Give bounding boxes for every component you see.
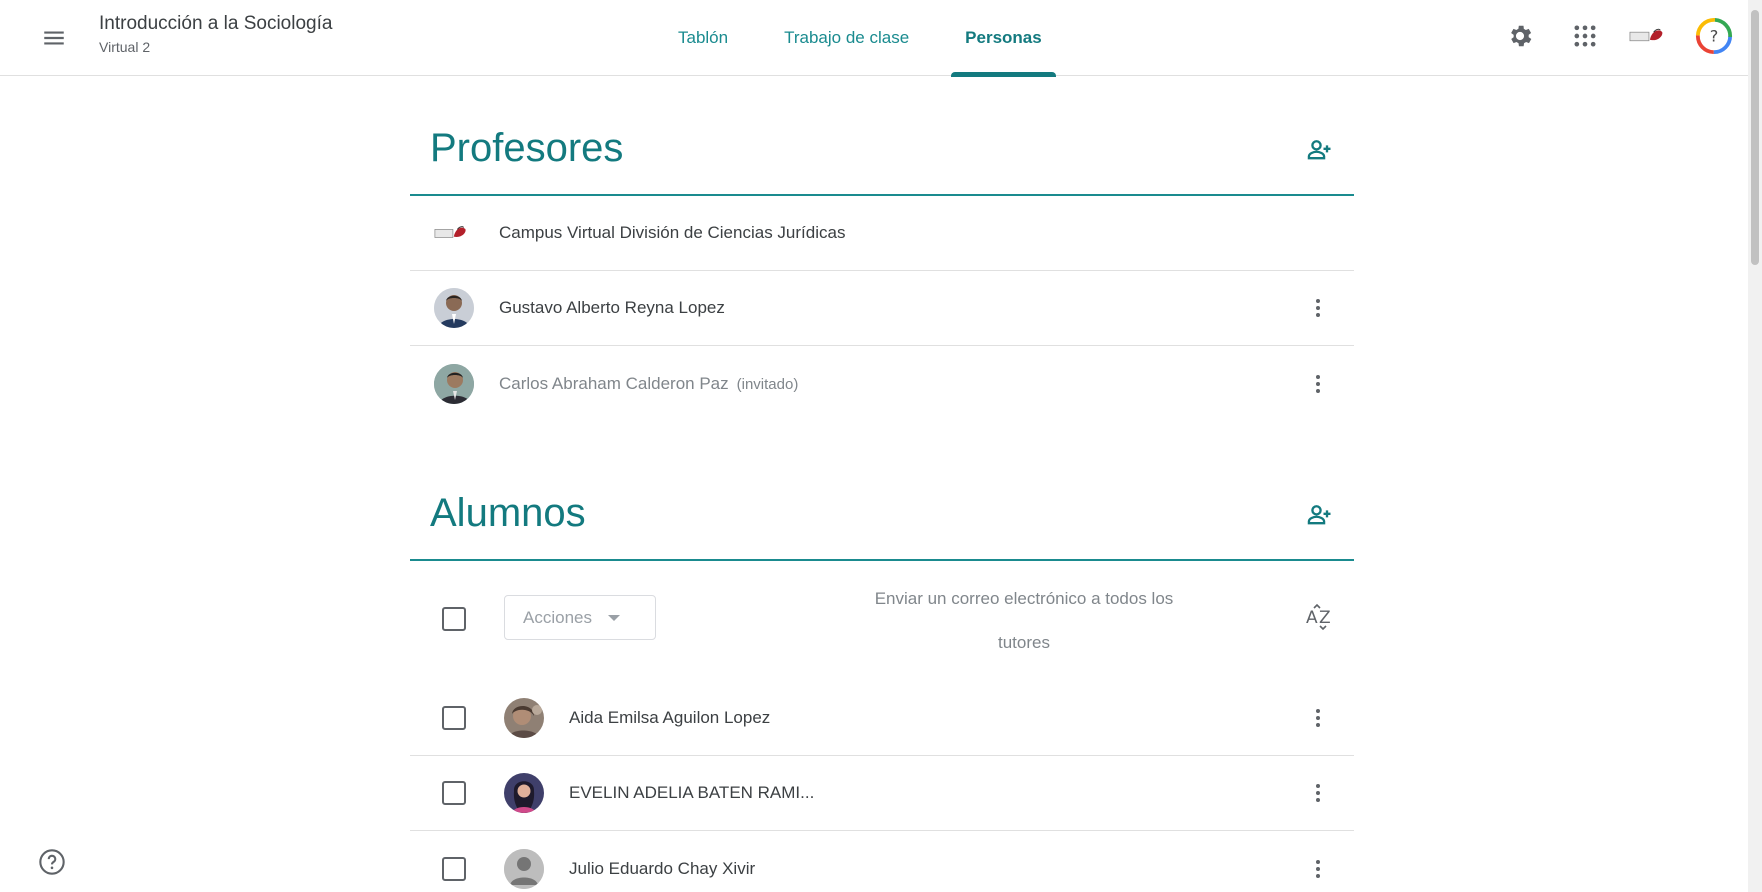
app-header: Introducción a la Sociología Virtual 2 T… bbox=[0, 0, 1748, 77]
teachers-title: Profesores bbox=[430, 126, 624, 170]
person-add-icon bbox=[1307, 140, 1331, 160]
more-vert-icon bbox=[1316, 859, 1320, 878]
select-all-checkbox[interactable] bbox=[442, 607, 466, 631]
students-toolbar: Acciones Enviar un correo electrónico a … bbox=[410, 561, 1354, 681]
teacher-row: Campus Virtual División de Ciencias Jurí… bbox=[410, 196, 1354, 271]
invite-student-button[interactable] bbox=[1300, 495, 1340, 535]
student-options-button[interactable] bbox=[1298, 698, 1338, 738]
email-guardians-link[interactable]: Enviar un correo electrónico a todos los… bbox=[850, 577, 1198, 665]
svg-text:?: ? bbox=[1710, 27, 1719, 46]
sort-button[interactable]: A Z bbox=[1300, 597, 1340, 637]
teacher-row: Carlos Abraham Calderon Paz (invitado) bbox=[410, 346, 1354, 421]
student-row: Julio Eduardo Chay Xivir bbox=[410, 831, 1354, 892]
sort-az-icon: A Z bbox=[1306, 603, 1331, 631]
profile-photo bbox=[504, 698, 544, 738]
class-settings-button[interactable] bbox=[1498, 14, 1542, 58]
page-scrollbar[interactable] bbox=[1748, 0, 1762, 892]
teacher-name: Campus Virtual División de Ciencias Jurí… bbox=[499, 223, 846, 242]
students-header: Alumnos bbox=[410, 475, 1354, 561]
gear-icon bbox=[1511, 25, 1532, 47]
institution-logo-button[interactable] bbox=[1626, 14, 1670, 58]
teacher-row: Gustavo Alberto Reyna Lopez bbox=[410, 271, 1354, 346]
teacher-name: Carlos Abraham Calderon Paz (invitado) bbox=[499, 374, 798, 394]
institution-logo bbox=[434, 213, 470, 253]
teacher-options-button[interactable] bbox=[1298, 288, 1338, 328]
avatar bbox=[504, 848, 544, 889]
more-vert-icon bbox=[1316, 374, 1320, 393]
tab-classwork[interactable]: Trabajo de clase bbox=[756, 0, 937, 76]
tab-stream[interactable]: Tablón bbox=[650, 0, 756, 76]
student-checkbox[interactable] bbox=[442, 781, 466, 805]
student-options-button[interactable] bbox=[1298, 849, 1338, 889]
class-section: Virtual 2 bbox=[99, 39, 151, 55]
class-name[interactable]: Introducción a la Sociología bbox=[99, 13, 332, 35]
scrollbar-thumb[interactable] bbox=[1751, 10, 1759, 265]
institution-logo-icon bbox=[1629, 28, 1663, 42]
student-row: EVELIN ADELIA BATEN RAMI... bbox=[410, 756, 1354, 831]
teacher-options-button[interactable] bbox=[1298, 364, 1338, 404]
student-name: Aida Emilsa Aguilon Lopez bbox=[569, 708, 771, 727]
avatar bbox=[434, 363, 474, 404]
tab-people[interactable]: Personas bbox=[937, 0, 1070, 77]
student-checkbox[interactable] bbox=[442, 856, 466, 881]
svg-text:A: A bbox=[1306, 608, 1318, 628]
avatar bbox=[434, 288, 474, 328]
profile-photo bbox=[434, 363, 474, 404]
students-section: Alumnos Acciones Enviar un correo electr… bbox=[410, 475, 1354, 892]
actions-label: Acciones bbox=[523, 607, 592, 627]
student-options-button[interactable] bbox=[1298, 773, 1338, 813]
profile-photo bbox=[434, 288, 474, 328]
dropdown-arrow-icon bbox=[607, 614, 620, 621]
students-title: Alumnos bbox=[430, 491, 586, 535]
account-avatar-icon: ? bbox=[1695, 17, 1733, 55]
people-page: Profesores Campus Virtual División de Ci… bbox=[410, 110, 1354, 892]
more-vert-icon bbox=[1316, 784, 1320, 802]
help-button[interactable] bbox=[36, 846, 68, 878]
help-icon bbox=[39, 849, 65, 875]
default-avatar-icon bbox=[504, 848, 544, 889]
student-row: Aida Emilsa Aguilon Lopez bbox=[410, 681, 1354, 756]
teacher-name-text: Carlos Abraham Calderon Paz bbox=[499, 373, 729, 393]
student-name: Julio Eduardo Chay Xivir bbox=[569, 858, 756, 878]
account-button[interactable]: ? bbox=[1692, 14, 1736, 58]
avatar bbox=[504, 698, 544, 738]
actions-dropdown[interactable]: Acciones bbox=[504, 595, 656, 640]
more-vert-icon bbox=[1316, 299, 1320, 317]
teachers-header: Profesores bbox=[410, 110, 1354, 196]
invited-tag: (invitado) bbox=[736, 375, 799, 393]
profile-photo bbox=[504, 773, 544, 813]
hamburger-icon bbox=[44, 31, 64, 45]
student-name: EVELIN ADELIA BATEN RAMI... bbox=[569, 783, 815, 802]
main-menu-button[interactable] bbox=[34, 18, 74, 58]
more-vert-icon bbox=[1316, 709, 1320, 727]
class-tabs: Tablón Trabajo de clase Personas bbox=[650, 0, 1070, 77]
teacher-name: Gustavo Alberto Reyna Lopez bbox=[499, 298, 725, 317]
apps-grid-icon bbox=[1574, 25, 1596, 47]
person-add-icon bbox=[1307, 505, 1331, 525]
svg-text:Z: Z bbox=[1319, 608, 1331, 628]
institution-logo-icon bbox=[434, 226, 466, 238]
avatar bbox=[504, 773, 544, 813]
google-apps-button[interactable] bbox=[1563, 14, 1607, 58]
teachers-section: Profesores Campus Virtual División de Ci… bbox=[410, 110, 1354, 421]
invite-teacher-button[interactable] bbox=[1300, 130, 1340, 170]
student-checkbox[interactable] bbox=[442, 706, 466, 730]
